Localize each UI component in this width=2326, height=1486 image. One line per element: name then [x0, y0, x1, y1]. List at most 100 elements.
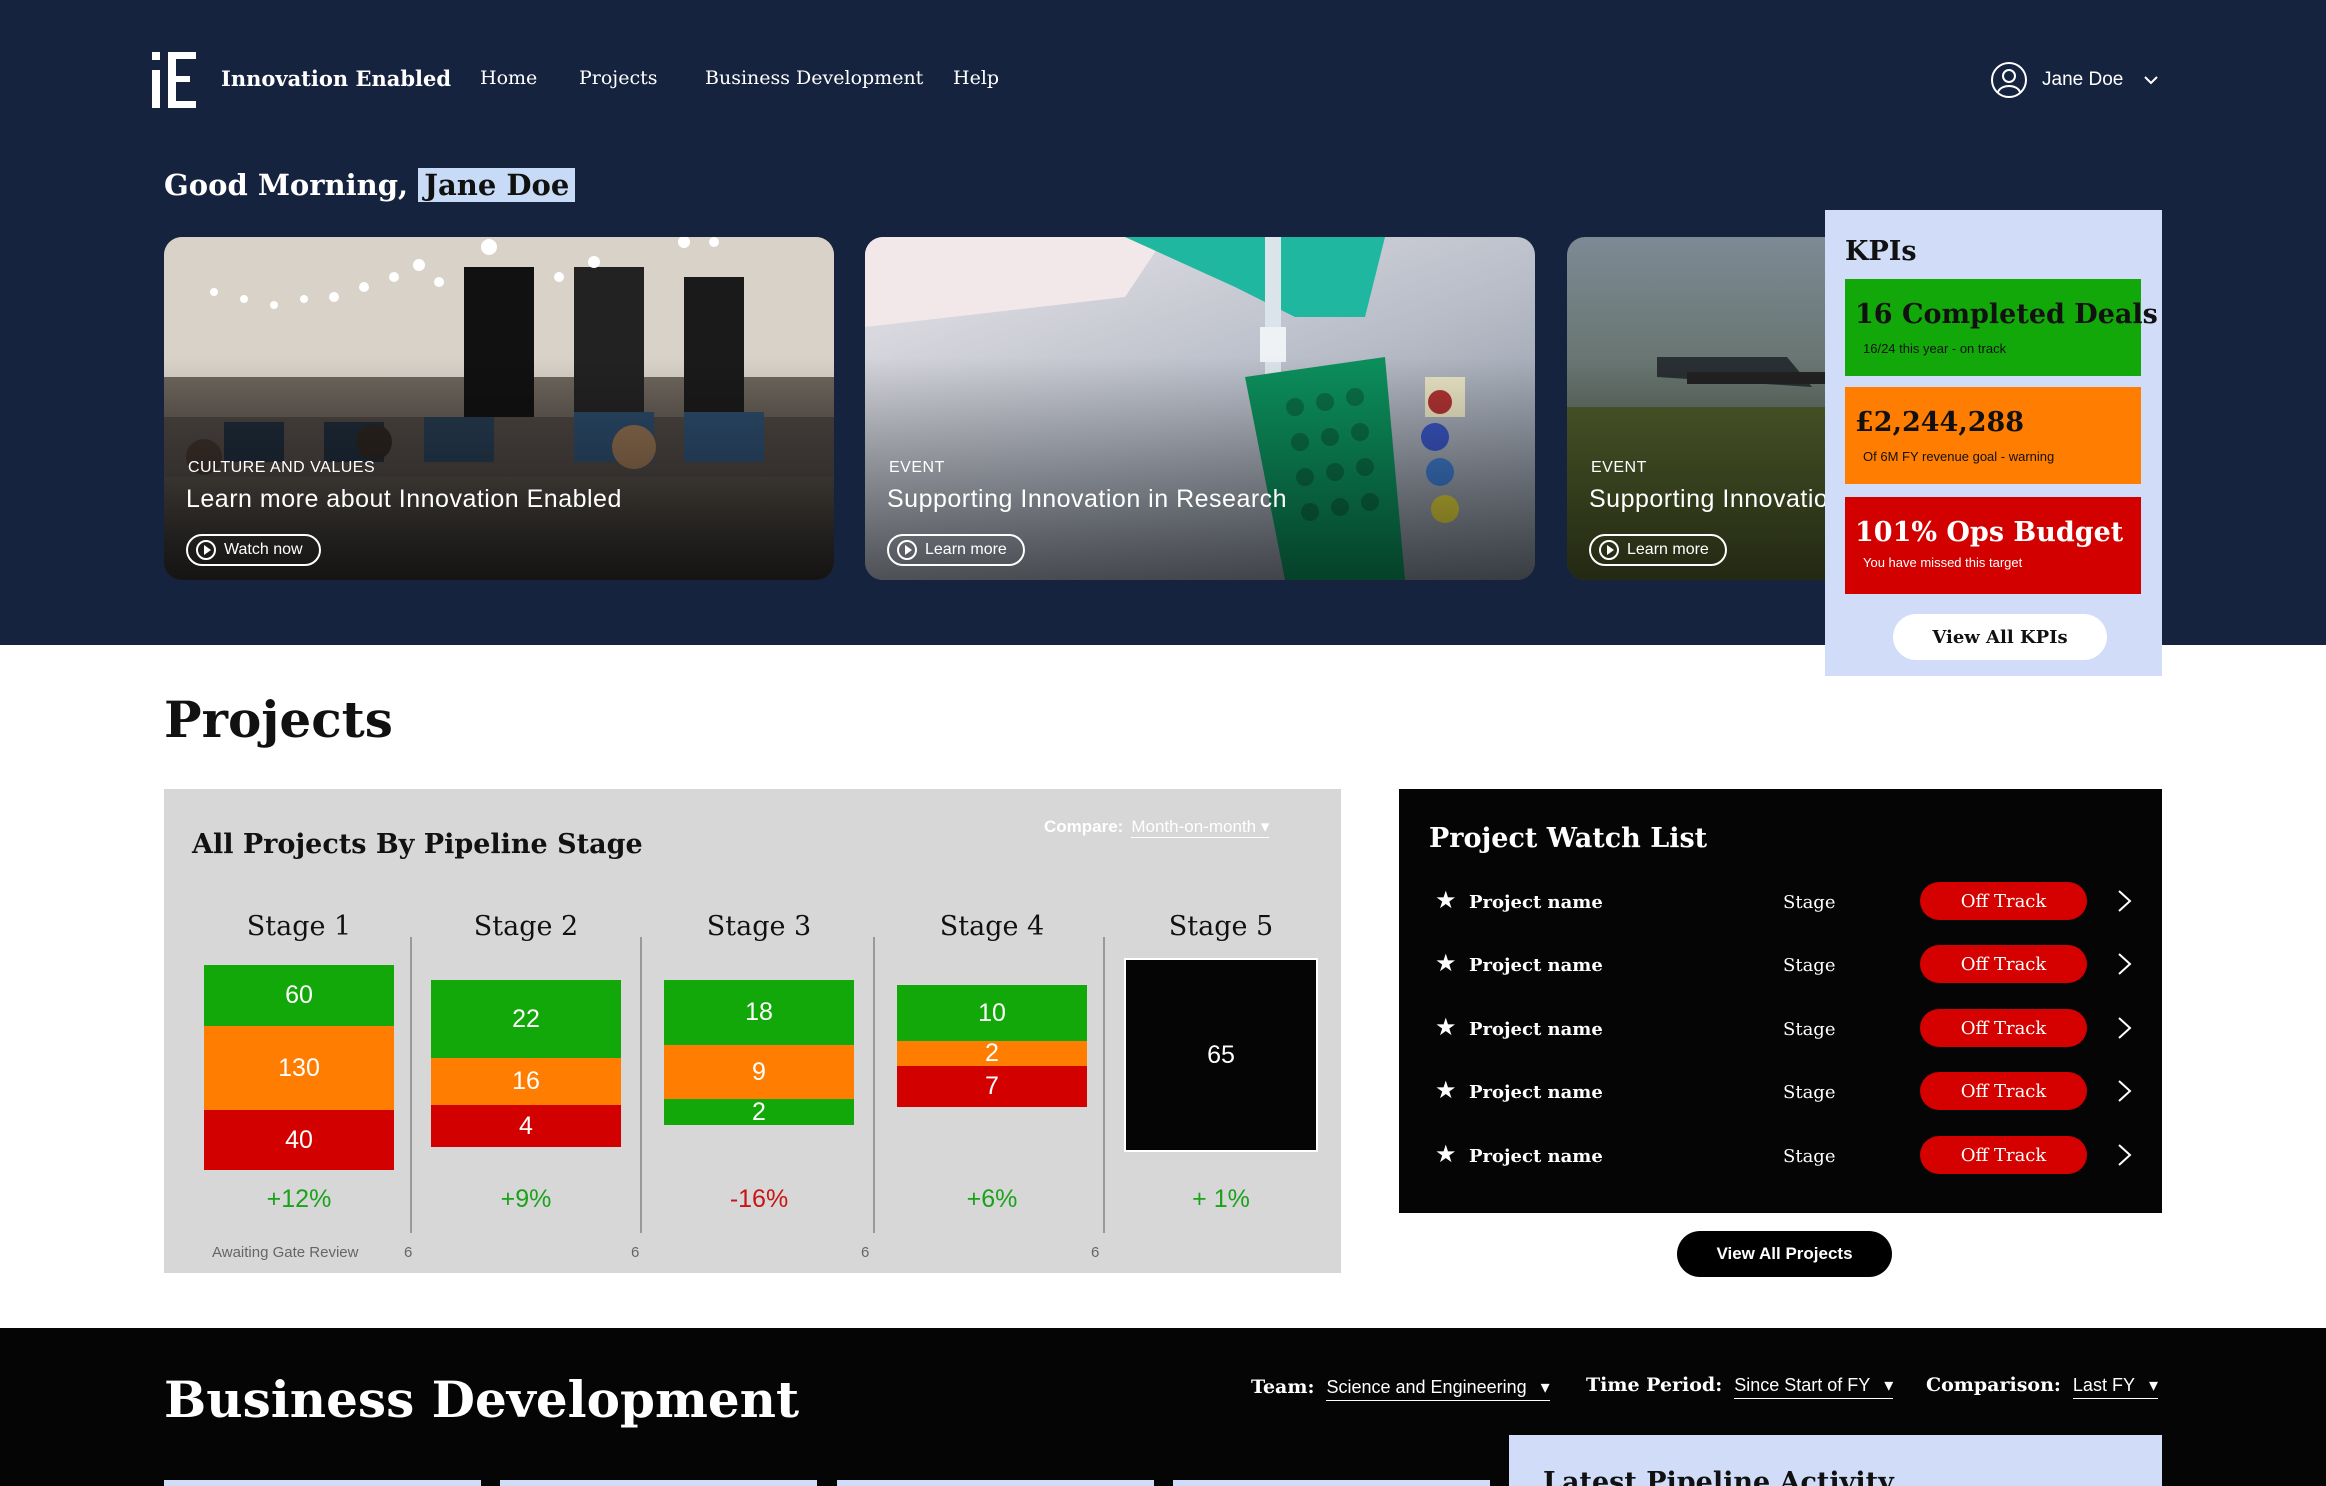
user-menu[interactable]: Jane Doe	[1990, 60, 2159, 100]
filter-value: Last FY	[2072, 1375, 2135, 1395]
nav-help[interactable]: Help	[953, 67, 999, 89]
card-button-label: Watch now	[224, 541, 303, 558]
learn-more-button[interactable]: Learn more	[887, 534, 1025, 566]
user-name: Jane Doe	[2042, 69, 2124, 90]
stage-change-percent: +12%	[266, 1185, 332, 1213]
comparison-select[interactable]: Last FY ▾	[2072, 1375, 2158, 1399]
chevron-right-icon[interactable]	[2111, 1015, 2137, 1041]
star-icon[interactable]: ★	[1435, 886, 1457, 915]
stage-segment[interactable]: 7	[897, 1066, 1087, 1107]
star-icon[interactable]: ★	[1435, 949, 1457, 978]
stage-segment[interactable]: 16	[431, 1058, 621, 1105]
gate-review-count: 6	[861, 1244, 870, 1261]
bizdev-tile[interactable]	[837, 1480, 1154, 1486]
status-badge[interactable]: Off Track	[1920, 945, 2087, 983]
stage-segment[interactable]: 18	[664, 980, 854, 1045]
card-title: Supporting Innovation in Research	[887, 485, 1288, 513]
play-icon	[196, 540, 216, 560]
project-stage: Stage	[1783, 1082, 1836, 1103]
status-badge[interactable]: Off Track	[1920, 1009, 2087, 1047]
watch-list-row[interactable]: ★ Project name Stage Off Track	[1399, 882, 2162, 922]
pipeline-chart-panel: All Projects By Pipeline Stage Compare: …	[164, 789, 1341, 1273]
stage-heading: Stage 4	[939, 911, 1045, 942]
kpi-subtext: 16/24 this year - on track	[1863, 341, 2007, 356]
project-stage: Stage	[1783, 1146, 1836, 1167]
kpi-completed-deals[interactable]: 16 Completed Deals 16/24 this year - on …	[1845, 279, 2158, 376]
nav-business-development[interactable]: Business Development	[705, 67, 923, 89]
chevron-down-icon	[2144, 76, 2159, 85]
status-badge[interactable]: Off Track	[1920, 1136, 2087, 1174]
project-name: Project name	[1469, 955, 1603, 976]
nav-home[interactable]: Home	[480, 67, 537, 89]
kpi-subtext: Of 6M FY revenue goal - warning	[1863, 449, 2055, 464]
bizdev-tile[interactable]	[164, 1480, 481, 1486]
latest-pipeline-activity-title: Latest Pipeline Activity	[1543, 1467, 1894, 1486]
stage-separator	[640, 937, 642, 1233]
card-category: EVENT	[1591, 459, 1647, 476]
comparison-filter: Comparison: Last FY ▾	[1926, 1374, 2158, 1399]
brand-logo-icon[interactable]	[150, 48, 198, 108]
star-icon[interactable]: ★	[1435, 1013, 1457, 1042]
stage-segment[interactable]: 60	[204, 965, 394, 1026]
watch-list-row[interactable]: ★ Project name Stage Off Track	[1399, 945, 2162, 985]
kpi-revenue[interactable]: £2,244,288 Of 6M FY revenue goal - warni…	[1845, 387, 2141, 484]
stage-heading: Stage 1	[246, 911, 352, 942]
chevron-right-icon[interactable]	[2111, 951, 2137, 977]
stage-segment[interactable]: 22	[431, 980, 621, 1058]
watch-list-row[interactable]: ★ Project name Stage Off Track	[1399, 1009, 2162, 1049]
feature-card-event-research[interactable]: EVENT Supporting Innovation in Research …	[865, 237, 1535, 580]
dropdown-arrow-icon: ▾	[1884, 1375, 1894, 1395]
learn-more-button[interactable]: Learn more	[1589, 534, 1727, 566]
feature-card-culture[interactable]: CULTURE AND VALUES Learn more about Inno…	[164, 237, 834, 580]
filter-label: Comparison:	[1926, 1374, 2061, 1396]
time-period-select[interactable]: Since Start of FY ▾	[1734, 1375, 1894, 1399]
stage-change-percent: + 1%	[1192, 1185, 1250, 1213]
chevron-right-icon[interactable]	[2111, 888, 2137, 914]
card-shade	[164, 237, 834, 580]
stage-segment[interactable]: 40	[204, 1110, 394, 1170]
kpi-ops-budget[interactable]: 101% Ops Budget You have missed this tar…	[1845, 497, 2141, 594]
stage-change-percent: +6%	[966, 1185, 1018, 1213]
kpi-value: 101% Ops Budget	[1855, 517, 2124, 548]
view-all-kpis-button[interactable]: View All KPIs	[1893, 614, 2107, 660]
stage-segment[interactable]: 10	[897, 985, 1087, 1041]
dropdown-arrow-icon: ▾	[1540, 1377, 1550, 1397]
card-category: CULTURE AND VALUES	[188, 459, 376, 476]
star-icon[interactable]: ★	[1435, 1076, 1457, 1105]
greeting-prefix: Good Morning,	[164, 168, 409, 202]
view-all-projects-button[interactable]: View All Projects	[1677, 1231, 1892, 1277]
compare-value: Month-on-month	[1131, 817, 1257, 836]
project-name: Project name	[1469, 1082, 1603, 1103]
status-badge[interactable]: Off Track	[1920, 882, 2087, 920]
play-icon	[1599, 540, 1619, 560]
stage-separator	[1103, 937, 1105, 1233]
stage-segment[interactable]: 9	[664, 1045, 854, 1099]
bizdev-tile[interactable]	[1173, 1480, 1490, 1486]
watch-list-row[interactable]: ★ Project name Stage Off Track	[1399, 1136, 2162, 1176]
awaiting-gate-review-label: Awaiting Gate Review	[212, 1244, 359, 1261]
watch-list-row[interactable]: ★ Project name Stage Off Track	[1399, 1072, 2162, 1112]
star-icon[interactable]: ★	[1435, 1140, 1457, 1169]
stage-segment[interactable]: 2	[664, 1098, 854, 1126]
projects-heading: Projects	[164, 690, 393, 749]
time-period-filter: Time Period: Since Start of FY ▾	[1586, 1374, 1894, 1399]
project-stage: Stage	[1783, 892, 1836, 913]
team-select[interactable]: Science and Engineering ▾	[1326, 1377, 1550, 1401]
compare-control[interactable]: Compare: Month-on-month ▾	[1044, 817, 1270, 838]
gate-review-count: 6	[404, 1244, 413, 1261]
status-badge[interactable]: Off Track	[1920, 1072, 2087, 1110]
bizdev-tile[interactable]	[500, 1480, 817, 1486]
chevron-right-icon[interactable]	[2111, 1078, 2137, 1104]
stage-segment[interactable]: 2	[897, 1039, 1087, 1067]
business-development-section: Business Development Team: Science and E…	[0, 1328, 2326, 1486]
stage-segment[interactable]: 130	[204, 1026, 394, 1110]
compare-select[interactable]: Month-on-month ▾	[1131, 817, 1270, 838]
nav-projects[interactable]: Projects	[579, 67, 657, 89]
chevron-right-icon[interactable]	[2111, 1142, 2137, 1168]
watch-now-button[interactable]: Watch now	[186, 534, 321, 566]
project-stage: Stage	[1783, 955, 1836, 976]
brand-name: Innovation Enabled	[221, 66, 452, 91]
stage-segment[interactable]: 65	[1124, 958, 1318, 1152]
kpi-value: £2,244,288	[1855, 407, 2025, 438]
stage-segment[interactable]: 4	[431, 1105, 621, 1147]
